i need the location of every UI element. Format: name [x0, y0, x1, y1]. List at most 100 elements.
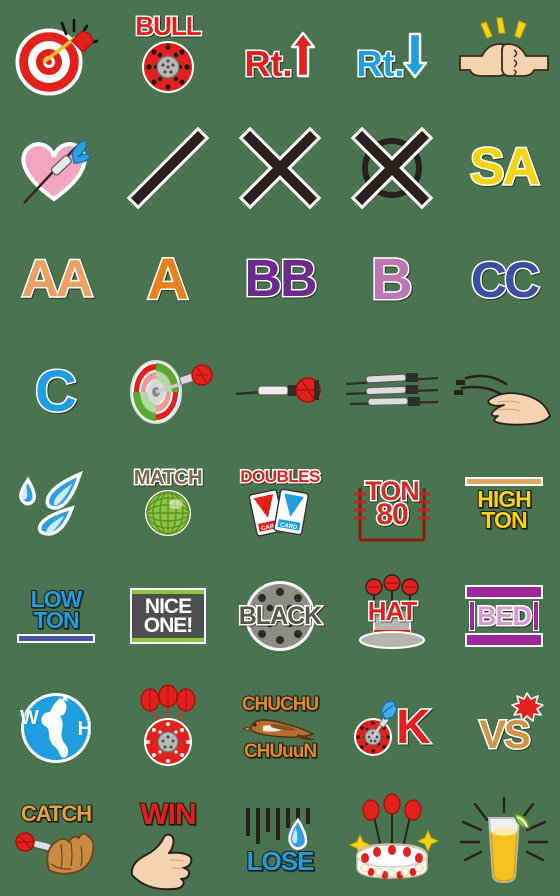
- nice-one-frame: NICE ONE!: [130, 587, 206, 645]
- sticker-cell-doubles[interactable]: DOUBLES CARD CARD: [224, 448, 336, 560]
- c-label: C: [4, 340, 108, 444]
- globe-icon: [145, 490, 191, 537]
- arrow-up-icon: [290, 31, 315, 78]
- b-label: B: [340, 228, 444, 332]
- three-darts-in-bull: [116, 676, 220, 780]
- sticker-cell-target-with-dart[interactable]: [0, 0, 112, 112]
- k-text: K: [395, 700, 433, 754]
- bull-text: BULL: [134, 11, 203, 42]
- high-ton-bar: [465, 476, 543, 486]
- lose-label: LOSE: [228, 788, 332, 892]
- sticker-cell-aa[interactable]: AA: [0, 224, 112, 336]
- chuchu-chuun-label: CHUCHU CHUuuN: [228, 676, 332, 780]
- tequila-shot: [452, 788, 556, 892]
- doubles-label: DOUBLES CARD CARD: [228, 452, 332, 556]
- sticker-cell-sweat-drops[interactable]: [0, 448, 112, 560]
- rt-up-label: Rt.: [228, 4, 332, 108]
- cross-over-circle-mark: [340, 116, 444, 220]
- single-slash-mark: [116, 116, 220, 220]
- ok-label: K: [340, 676, 444, 780]
- sticker-cell-white-horse[interactable]: W H: [0, 672, 112, 784]
- black-label: BLACK: [228, 564, 332, 668]
- arrow-down-icon: [402, 32, 427, 79]
- aa-text: AA: [20, 250, 95, 309]
- sticker-cell-sa[interactable]: SA: [448, 112, 560, 224]
- ton-text: TON: [480, 507, 528, 533]
- ton-80-label: TON 80: [340, 452, 444, 556]
- sticker-cell-throwing-hand[interactable]: [448, 336, 560, 448]
- thumbs-up-icon: [130, 833, 193, 891]
- sticker-cell-dartboard-with-dart[interactable]: [112, 336, 224, 448]
- sticker-cell-fist-bump[interactable]: [448, 0, 560, 112]
- bed-post-left: [468, 601, 475, 631]
- c-text: C: [34, 359, 79, 425]
- cross-mark: [228, 116, 332, 220]
- sticker-cell-bed[interactable]: BED: [448, 560, 560, 672]
- sticker-cell-black[interactable]: BLACK: [224, 560, 336, 672]
- dartboard-with-dart: [116, 340, 220, 444]
- sticker-cell-three-darts-in-bull[interactable]: [112, 672, 224, 784]
- eighty-text: 80: [375, 498, 410, 532]
- throwing-hand: [452, 340, 556, 444]
- ton-text: TON: [32, 607, 80, 633]
- sticker-cell-a[interactable]: A: [112, 224, 224, 336]
- sticker-cell-low-ton[interactable]: LOW TON: [0, 560, 112, 672]
- a-label: A: [116, 228, 220, 332]
- vs-text: VS: [478, 712, 532, 757]
- sticker-cell-single-dart[interactable]: [224, 336, 336, 448]
- sticker-cell-cake-with-darts[interactable]: [336, 784, 448, 896]
- low-ton-label: LOW TON: [4, 564, 108, 668]
- sticker-cell-three-darts[interactable]: [336, 336, 448, 448]
- bb-label: BB: [228, 228, 332, 332]
- win-label: WIN: [116, 788, 220, 892]
- a-text: A: [146, 247, 191, 313]
- sticker-cell-cc[interactable]: CC: [448, 224, 560, 336]
- sticker-cell-lose[interactable]: LOSE: [224, 784, 336, 896]
- bull-with-blue-dart-icon: [354, 700, 398, 756]
- three-darts: [340, 340, 444, 444]
- bed-center: BED: [468, 601, 539, 631]
- sticker-cell-rt-down[interactable]: Rt.: [336, 0, 448, 112]
- white-horse-badge: W H: [4, 676, 108, 780]
- cc-text: CC: [469, 252, 541, 308]
- sticker-cell-win[interactable]: WIN: [112, 784, 224, 896]
- bed-bar-top: [465, 585, 543, 599]
- sticker-cell-cross-over-circle[interactable]: [336, 112, 448, 224]
- win-text: WIN: [139, 798, 197, 832]
- catch-text: CATCH: [20, 800, 93, 826]
- high-ton-label: HIGH TON: [452, 452, 556, 556]
- fist-bump: [452, 4, 556, 108]
- sticker-cell-c[interactable]: C: [0, 336, 112, 448]
- sticker-cell-b[interactable]: B: [336, 224, 448, 336]
- catch-label: CATCH: [4, 788, 108, 892]
- sticker-cell-match[interactable]: MATCH: [112, 448, 224, 560]
- sticker-cell-cross-mark[interactable]: [224, 112, 336, 224]
- sweat-drops: [4, 452, 108, 556]
- match-label: MATCH: [116, 452, 220, 556]
- aa-label: AA: [4, 228, 108, 332]
- cake-with-darts: [340, 788, 444, 892]
- sticker-cell-chuchu-chuun[interactable]: CHUCHU CHUuuN: [224, 672, 336, 784]
- sticker-cell-tequila-shot[interactable]: [448, 784, 560, 896]
- rt-down-text: Rt.: [355, 42, 406, 84]
- single-dart: [228, 340, 332, 444]
- sticker-cell-hat[interactable]: HAT: [336, 560, 448, 672]
- sticker-cell-catch[interactable]: CATCH: [0, 784, 112, 896]
- sa-label: SA: [452, 116, 556, 220]
- one-text: ONE!: [143, 614, 194, 637]
- bull-board-icon: [142, 40, 194, 93]
- sticker-cell-rt-up[interactable]: Rt.: [224, 0, 336, 112]
- sticker-cell-ok[interactable]: K: [336, 672, 448, 784]
- chuchu-text: CHUCHU: [241, 693, 320, 715]
- sticker-cell-vs[interactable]: VS: [448, 672, 560, 784]
- bed-post-right: [533, 601, 539, 631]
- sticker-cell-heart-with-dart[interactable]: [0, 112, 112, 224]
- h-text: H: [77, 718, 92, 740]
- match-text: MATCH: [132, 466, 204, 489]
- sticker-cell-bb[interactable]: BB: [224, 224, 336, 336]
- sticker-cell-nice-one[interactable]: NICE ONE!: [112, 560, 224, 672]
- sticker-cell-bull[interactable]: BULL: [112, 0, 224, 112]
- sticker-cell-high-ton[interactable]: HIGH TON: [448, 448, 560, 560]
- sticker-cell-ton-80[interactable]: TON 80: [336, 448, 448, 560]
- sticker-cell-slash-mark[interactable]: [112, 112, 224, 224]
